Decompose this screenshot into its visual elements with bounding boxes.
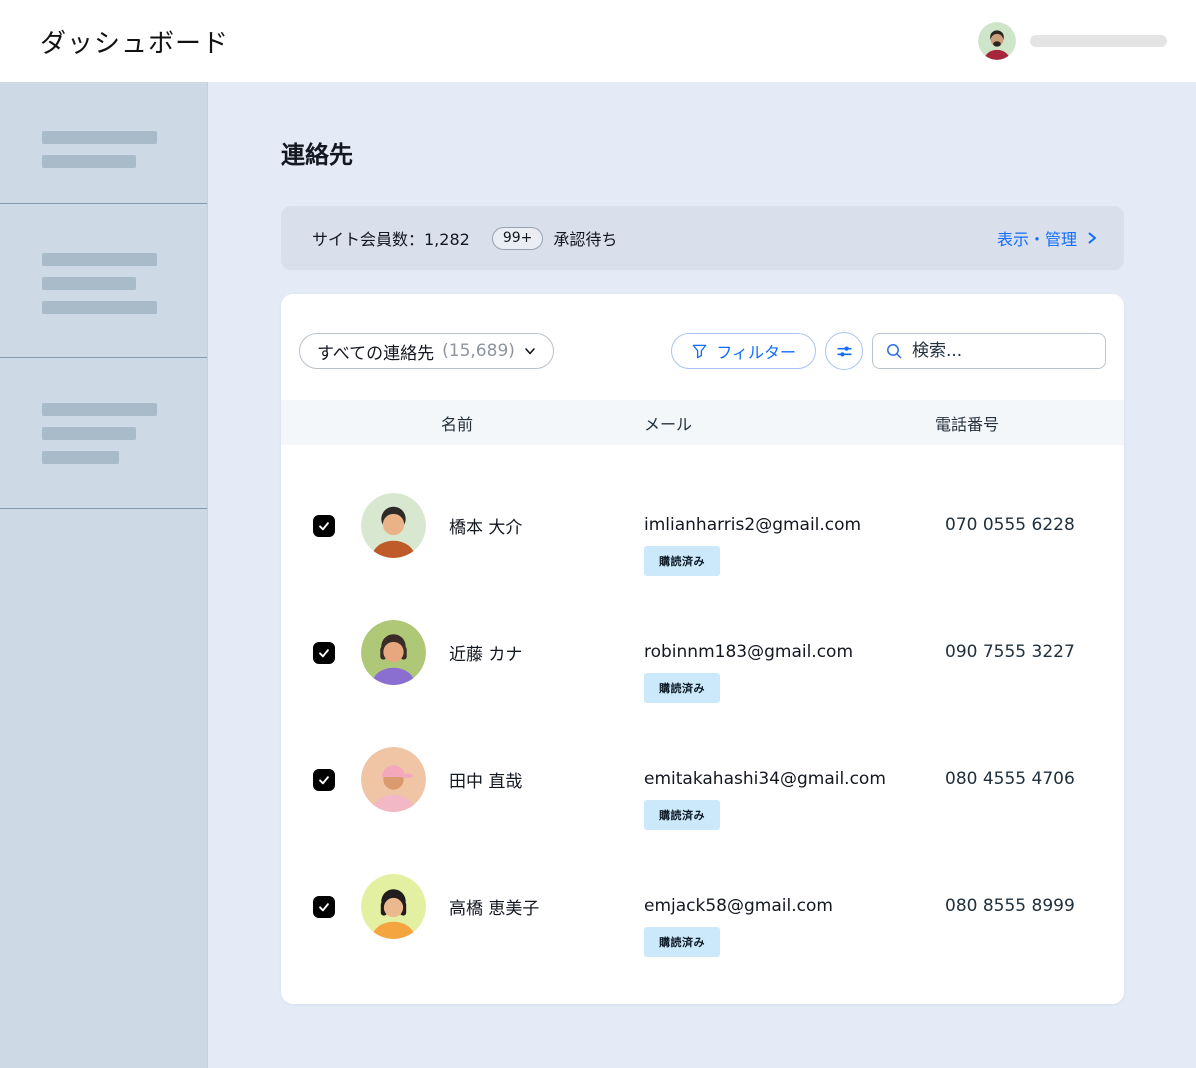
nav-placeholder-bar bbox=[42, 131, 157, 144]
page-title: 連絡先 bbox=[281, 140, 1124, 170]
contact-name: 近藤 カナ bbox=[441, 640, 644, 665]
contact-email: imlianharris2@gmail.com bbox=[644, 513, 933, 537]
table-body: 橋本 大介 imlianharris2@gmail.com 購読済み 070 0… bbox=[281, 445, 1124, 970]
nav-placeholder-bar bbox=[42, 427, 136, 440]
search-icon bbox=[885, 342, 903, 360]
contacts-segment-dropdown[interactable]: すべての連絡先 (15,689) bbox=[299, 333, 554, 369]
contact-avatar bbox=[361, 493, 426, 558]
contact-name: 橋本 大介 bbox=[441, 513, 644, 538]
table-header: 名前 メール 電話番号 bbox=[281, 400, 1124, 445]
pending-count-badge: 99+ bbox=[492, 227, 544, 250]
sidebar-nav bbox=[0, 82, 208, 1068]
contact-email: robinnm183@gmail.com bbox=[644, 640, 933, 664]
contact-name: 田中 直哉 bbox=[441, 767, 644, 792]
table-row: 田中 直哉 emitakahashi34@gmail.com 購読済み 080 … bbox=[281, 716, 1124, 843]
sliders-icon bbox=[835, 342, 854, 361]
nav-placeholder-bar bbox=[42, 277, 136, 290]
app-title: ダッシュボード bbox=[40, 23, 229, 60]
filter-label: フィルター bbox=[716, 339, 796, 363]
nav-placeholder-bar bbox=[42, 451, 119, 464]
segment-label: すべての連絡先 bbox=[317, 339, 434, 364]
contact-avatar bbox=[361, 747, 426, 812]
table-row: 近藤 カナ robinnm183@gmail.com 購読済み 090 7555… bbox=[281, 589, 1124, 716]
search-box bbox=[872, 333, 1106, 369]
subscribed-badge: 購読済み bbox=[644, 800, 720, 830]
search-input[interactable] bbox=[912, 341, 1095, 361]
row-checkbox[interactable] bbox=[313, 896, 335, 918]
contact-name: 高橋 恵美子 bbox=[441, 894, 644, 919]
members-count-label: サイト会員数：1,282 bbox=[312, 226, 470, 250]
column-header-email: メール bbox=[644, 411, 933, 435]
nav-placeholder-bar bbox=[42, 301, 157, 314]
row-checkbox[interactable] bbox=[313, 515, 335, 537]
app-window: ダッシュボード bbox=[0, 0, 1196, 1068]
column-header-phone: 電話番号 bbox=[933, 411, 1124, 435]
segment-count: (15,689) bbox=[442, 341, 515, 361]
chevron-right-icon bbox=[1086, 231, 1098, 245]
contact-phone: 090 7555 3227 bbox=[933, 589, 1124, 716]
check-icon bbox=[317, 519, 331, 533]
view-manage-link[interactable]: 表示・管理 bbox=[997, 226, 1098, 250]
top-bar: ダッシュボード bbox=[0, 0, 1196, 82]
contact-phone: 080 8555 8999 bbox=[933, 843, 1124, 970]
check-icon bbox=[317, 773, 331, 787]
subscribed-badge: 購読済み bbox=[644, 546, 720, 576]
account-area bbox=[978, 22, 1167, 60]
table-row: 橋本 大介 imlianharris2@gmail.com 購読済み 070 0… bbox=[281, 462, 1124, 589]
funnel-icon bbox=[691, 343, 708, 360]
main-content: 連絡先 サイト会員数：1,282 99+ 承認待ち 表示・管理 すべ bbox=[208, 82, 1196, 1068]
adjust-filters-button[interactable] bbox=[825, 332, 863, 370]
contact-phone: 080 4555 4706 bbox=[933, 716, 1124, 843]
sidebar-item-group[interactable] bbox=[0, 204, 207, 358]
check-icon bbox=[317, 646, 331, 660]
subscribed-badge: 購読済み bbox=[644, 673, 720, 703]
toolbar-actions: フィルター bbox=[671, 332, 1106, 370]
chevron-down-icon bbox=[523, 344, 537, 358]
members-summary: サイト会員数：1,282 99+ 承認待ち bbox=[312, 226, 617, 250]
table-row: 高橋 恵美子 emjack58@gmail.com 購読済み 080 8555 … bbox=[281, 843, 1124, 970]
pending-approval-label: 承認待ち bbox=[553, 226, 617, 250]
sidebar-item-group[interactable] bbox=[0, 358, 207, 509]
nav-placeholder-bar bbox=[42, 253, 157, 266]
sidebar-item-group[interactable] bbox=[0, 82, 207, 204]
sidebar-empty-area bbox=[0, 509, 207, 1068]
check-icon bbox=[317, 900, 331, 914]
nav-placeholder-bar bbox=[42, 403, 157, 416]
user-avatar[interactable] bbox=[978, 22, 1016, 60]
contacts-toolbar: すべての連絡先 (15,689) フィルター bbox=[281, 294, 1124, 400]
contact-avatar bbox=[361, 620, 426, 685]
row-checkbox[interactable] bbox=[313, 642, 335, 664]
contact-phone: 070 0555 6228 bbox=[933, 462, 1124, 589]
contacts-card: すべての連絡先 (15,689) フィルター bbox=[281, 294, 1124, 1004]
contact-email: emjack58@gmail.com bbox=[644, 894, 933, 918]
view-manage-label: 表示・管理 bbox=[997, 226, 1077, 250]
filter-button[interactable]: フィルター bbox=[671, 333, 816, 369]
contact-email: emitakahashi34@gmail.com bbox=[644, 767, 933, 791]
column-header-name: 名前 bbox=[441, 411, 644, 435]
row-checkbox[interactable] bbox=[313, 769, 335, 791]
members-banner: サイト会員数：1,282 99+ 承認待ち 表示・管理 bbox=[281, 206, 1124, 270]
nav-placeholder-bar bbox=[42, 155, 136, 168]
account-name-placeholder bbox=[1030, 35, 1167, 47]
user-avatar-image bbox=[978, 22, 1016, 60]
subscribed-badge: 購読済み bbox=[644, 927, 720, 957]
contact-avatar bbox=[361, 874, 426, 939]
